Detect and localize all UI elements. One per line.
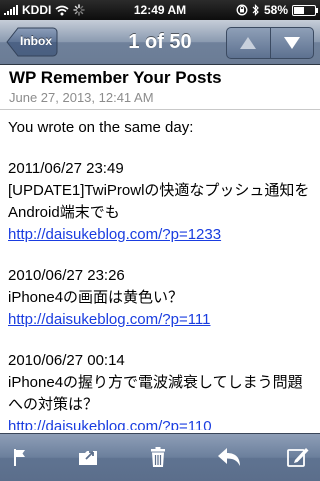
message-body: You wrote on the same day: 2011/06/27 23… (8, 110, 312, 430)
arrow-down-icon (283, 37, 300, 49)
compose-icon (287, 448, 309, 467)
status-bar: KDDI 12:49 AM 58% (0, 0, 320, 20)
post-title: Android端末でも (8, 204, 120, 221)
reply-icon (218, 448, 240, 466)
move-message-button[interactable] (77, 446, 103, 470)
post-link[interactable]: http://daisukeblog.com/?p=111 (8, 311, 211, 328)
message-navigation-control (226, 27, 314, 59)
trash-icon (151, 447, 165, 467)
post-title: [UPDATE1]TwiProwlの快適なプッシュ通知を (8, 182, 310, 199)
message-date: June 27, 2013, 12:41 AM (9, 90, 154, 105)
post-datetime: 2011/06/27 23:49 (8, 160, 124, 177)
battery-fill (294, 6, 305, 14)
post-link[interactable]: http://daisukeblog.com/?p=110 (8, 418, 212, 430)
post-datetime: 2010/06/27 23:26 (8, 267, 125, 284)
post-title: への対策は？ (8, 396, 99, 413)
previous-message-button[interactable] (227, 28, 270, 58)
message-position: 1 of 50 (128, 31, 192, 53)
bluetooth-icon (252, 4, 259, 16)
status-right: 58% (236, 3, 318, 17)
post-title: iPhone4の画面は黄色い？ (8, 289, 184, 306)
delete-button[interactable] (147, 446, 173, 470)
post-datetime: 2010/06/27 00:14 (8, 352, 125, 369)
bottom-toolbar (0, 433, 320, 481)
post-title: iPhone4の握り方で電波減衰してしまう問題 (8, 374, 303, 391)
post-entry: 2010/06/27 00:14 iPhone4の握り方で電波減衰してしまう問題… (8, 350, 312, 430)
reply-button[interactable] (216, 446, 242, 470)
post-link[interactable]: http://daisukeblog.com/?p=1233 (8, 226, 221, 243)
post-entry: 2011/06/27 23:49 [UPDATE1]TwiProwlの快適なプッ… (8, 158, 312, 246)
arrow-up-icon (240, 37, 257, 49)
orientation-lock-icon (236, 4, 248, 16)
message-intro: You wrote on the same day: (8, 119, 194, 136)
battery-percent: 58% (263, 3, 288, 17)
next-message-button[interactable] (269, 28, 314, 58)
move-folder-icon (79, 451, 97, 465)
post-entry: 2010/06/27 23:26 iPhone4の画面は黄色い？ http://… (8, 265, 312, 331)
flag-button[interactable] (10, 446, 36, 470)
flag-icon (14, 449, 25, 466)
compose-button[interactable] (286, 446, 312, 470)
inbox-back-button[interactable]: Inbox (6, 27, 58, 57)
battery-icon (292, 4, 318, 16)
message-subject: WP Remember Your Posts (9, 68, 222, 87)
navigation-bar: Inbox 1 of 50 (0, 20, 320, 65)
message-header: WP Remember Your Posts June 27, 2013, 12… (0, 65, 320, 110)
back-button-label: Inbox (20, 34, 52, 48)
